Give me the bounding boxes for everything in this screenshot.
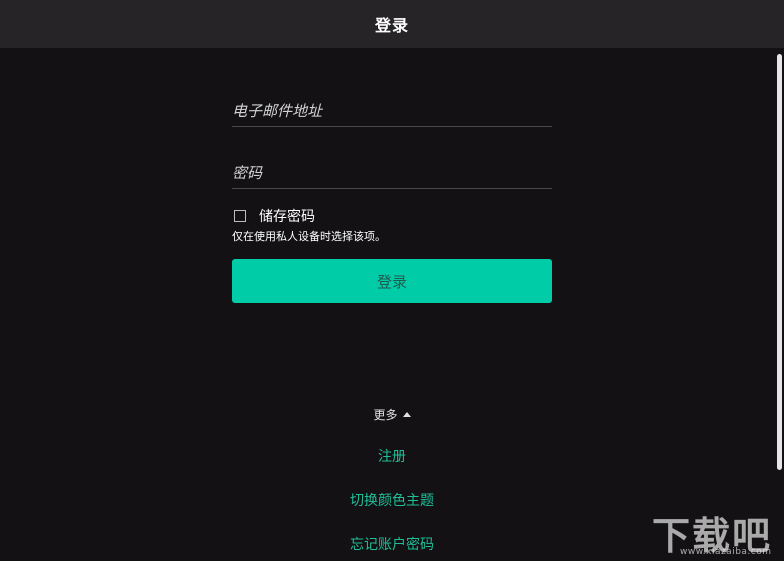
register-link[interactable]: 注册 — [0, 446, 784, 466]
window-title: 登录 — [374, 16, 409, 35]
title-bar: 登录 — [0, 0, 784, 48]
more-label[interactable]: 更多 — [373, 406, 397, 423]
email-field[interactable] — [232, 96, 552, 127]
more-toggle[interactable]: 更多 — [0, 406, 784, 423]
remember-password-checkbox[interactable] — [234, 210, 246, 222]
scrollbar[interactable] — [775, 48, 784, 561]
remember-password-label[interactable]: 储存密码 — [259, 206, 315, 226]
caret-up-icon — [402, 412, 411, 417]
switch-theme-link[interactable]: 切换颜色主题 — [0, 490, 784, 510]
remember-password-row[interactable]: 储存密码 — [232, 206, 315, 226]
remember-password-hint: 仅在使用私人设备时选择该项。 — [232, 230, 386, 243]
password-field[interactable] — [232, 158, 552, 189]
forgot-password-link[interactable]: 忘记账户密码 — [0, 534, 784, 554]
login-button[interactable]: 登录 — [232, 259, 552, 303]
